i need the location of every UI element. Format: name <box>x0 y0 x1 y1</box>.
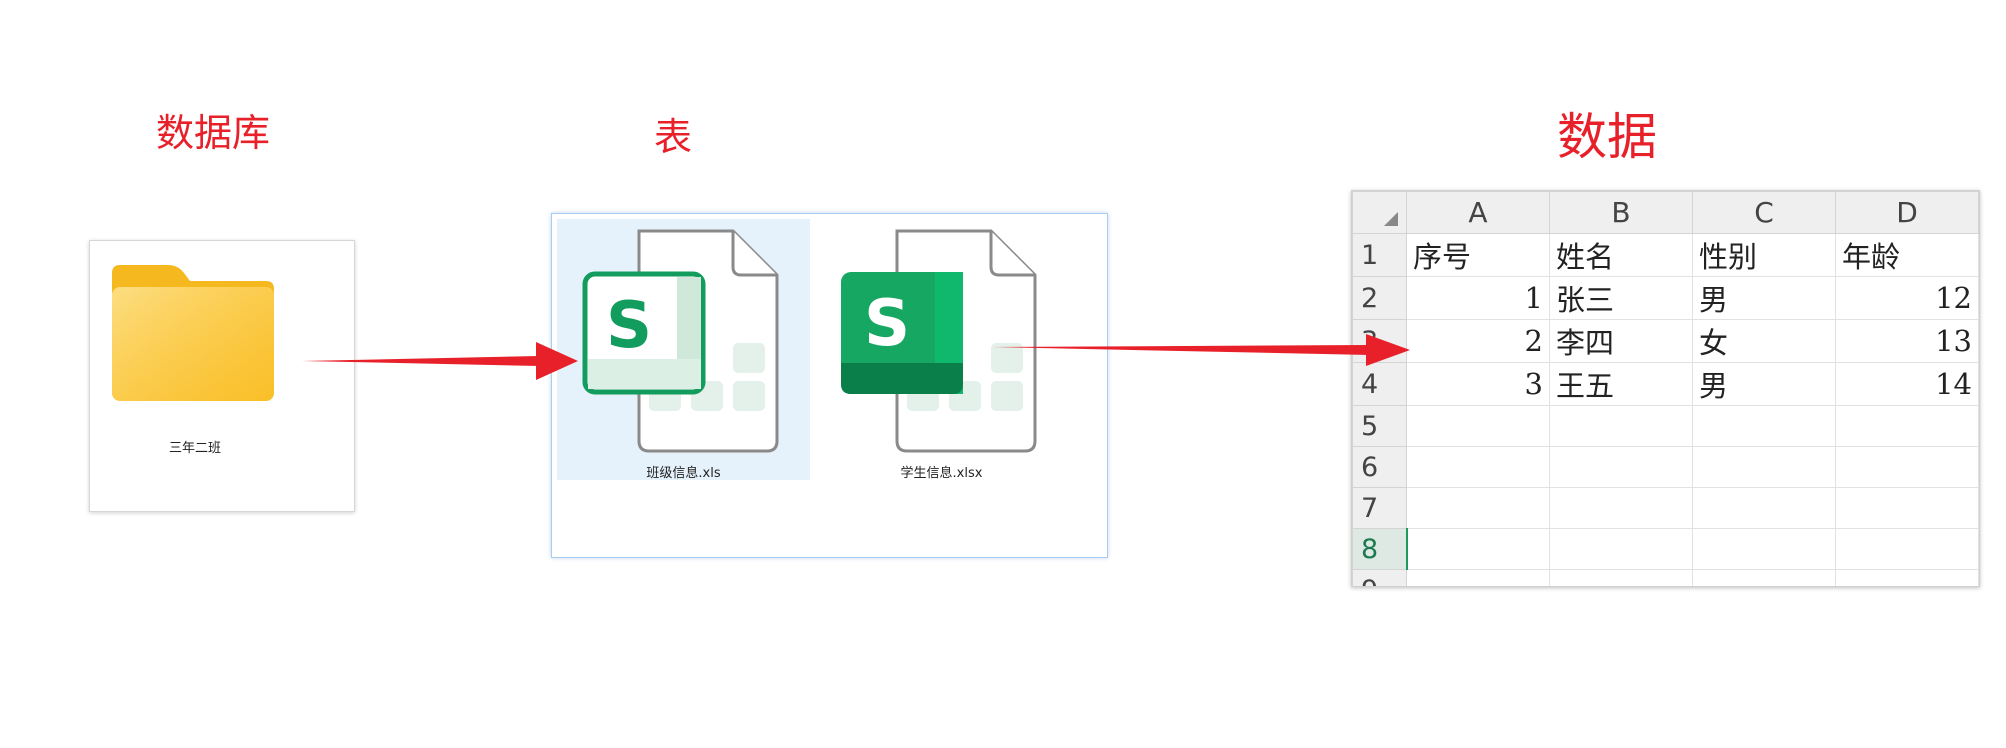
row-header[interactable]: 1 <box>1352 233 1407 277</box>
cell[interactable]: 男 <box>1692 276 1836 320</box>
select-all-corner[interactable] <box>1352 191 1407 234</box>
cell[interactable]: 王五 <box>1549 362 1693 406</box>
cell[interactable]: 2 <box>1406 319 1550 363</box>
table-row: 5 <box>1352 405 1979 447</box>
spreadsheet-xls-icon: S <box>582 229 779 453</box>
cell[interactable] <box>1692 569 1836 586</box>
row-header[interactable]: 8 <box>1352 528 1408 570</box>
cell[interactable] <box>1835 446 1979 488</box>
cell[interactable]: 张三 <box>1549 276 1693 320</box>
file-item-xlsx[interactable]: S 学生信息.xlsx <box>815 219 1068 481</box>
svg-text:S: S <box>606 289 652 363</box>
cell[interactable] <box>1406 487 1550 529</box>
cell[interactable] <box>1406 446 1550 488</box>
table-row: 8 <box>1352 528 1979 570</box>
spreadsheet-grid[interactable]: A B C D 1 序号 姓名 性别 年龄 2 1 张三男 12 3 2 李四女 13 4 3 王五男 14 5 6… <box>1351 190 1980 587</box>
cell[interactable]: 姓名 <box>1549 233 1693 277</box>
table-row: 7 <box>1352 487 1979 529</box>
table-heading: 表 <box>654 115 693 159</box>
cell[interactable]: 14 <box>1835 362 1979 406</box>
cell[interactable] <box>1835 405 1979 447</box>
cell[interactable]: 性别 <box>1692 233 1836 277</box>
cell[interactable] <box>1406 569 1550 586</box>
cell[interactable] <box>1549 446 1693 488</box>
cell[interactable] <box>1406 405 1550 447</box>
column-header-b[interactable]: B <box>1549 191 1693 234</box>
cell[interactable] <box>1835 528 1979 570</box>
file-name: 班级信息.xls <box>646 466 721 481</box>
folder-item[interactable]: 三年二班 <box>89 240 355 512</box>
cell[interactable] <box>1692 405 1836 447</box>
cell[interactable] <box>1692 487 1836 529</box>
cell[interactable] <box>1692 446 1836 488</box>
cell[interactable] <box>1692 528 1836 570</box>
column-header-c[interactable]: C <box>1692 191 1836 234</box>
row-header[interactable]: 7 <box>1352 487 1407 529</box>
row-header[interactable]: 9 <box>1352 569 1407 586</box>
cell[interactable] <box>1835 569 1979 586</box>
cell[interactable] <box>1835 487 1979 529</box>
row-header[interactable]: 5 <box>1352 405 1407 447</box>
cell[interactable] <box>1549 569 1693 586</box>
cell[interactable]: 13 <box>1835 319 1979 363</box>
table-row: 1 序号 姓名 性别 年龄 <box>1352 233 1979 277</box>
cell[interactable] <box>1549 528 1693 570</box>
row-header[interactable]: 3 <box>1352 319 1407 363</box>
cell[interactable]: 男 <box>1692 362 1836 406</box>
file-name: 学生信息.xlsx <box>900 466 983 481</box>
cell[interactable]: 3 <box>1406 362 1550 406</box>
file-item-xls[interactable]: S 班级信息.xls <box>557 219 810 481</box>
database-heading: 数据库 <box>156 111 271 155</box>
cell[interactable]: 女 <box>1692 319 1836 363</box>
table-row: 9 <box>1352 569 1979 586</box>
folder-icon <box>112 265 274 401</box>
column-header-d[interactable]: D <box>1835 191 1979 234</box>
row-header[interactable]: 2 <box>1352 276 1407 320</box>
svg-text:S: S <box>864 287 910 361</box>
row-header[interactable]: 4 <box>1352 362 1407 406</box>
data-heading: 数据 <box>1557 108 1657 166</box>
cell[interactable] <box>1549 405 1693 447</box>
cell[interactable]: 1 <box>1406 276 1550 320</box>
row-header[interactable]: 6 <box>1352 446 1407 488</box>
spreadsheet-xlsx-icon: S <box>841 229 1037 453</box>
table-row: 2 1 张三男 12 <box>1352 276 1979 320</box>
cell[interactable] <box>1549 487 1693 529</box>
folder-name: 三年二班 <box>168 441 221 456</box>
table-row: 4 3 王五男 14 <box>1352 362 1979 406</box>
cell[interactable]: 12 <box>1835 276 1979 320</box>
file-browser-panel: S 班级信息.xls S 学生信息.xlsx <box>551 213 1108 558</box>
column-header-a[interactable]: A <box>1406 191 1550 234</box>
cell[interactable] <box>1406 528 1550 570</box>
cell[interactable]: 年龄 <box>1835 233 1979 277</box>
cell[interactable]: 李四 <box>1549 319 1693 363</box>
table-row: 3 2 李四女 13 <box>1352 319 1979 363</box>
cell[interactable]: 序号 <box>1406 233 1550 277</box>
table-row: 6 <box>1352 446 1979 488</box>
